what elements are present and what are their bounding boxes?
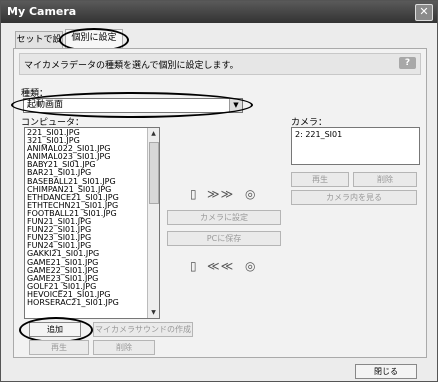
tab-set[interactable]: セットで設定: [15, 31, 63, 62]
save-pc-button[interactable]: PCに保存: [167, 231, 281, 246]
arrow-right-icon: ≫≫: [207, 187, 235, 201]
window-title: My Camera: [7, 5, 77, 18]
scroll-up-icon[interactable]: ▲: [148, 128, 159, 139]
scroll-down-icon[interactable]: ▼: [148, 307, 159, 318]
camera-icon: ◎: [245, 187, 257, 201]
list-item[interactable]: 2: 221_SI01: [292, 128, 419, 141]
list-item[interactable]: HORSERAC21_SI01.JPG: [27, 298, 159, 307]
title-bar: My Camera ✕: [1, 1, 437, 23]
phone-icon: ▯: [190, 259, 198, 273]
computer-file-list[interactable]: 221_SI01.JPG 321_SI01.JPG ANIMAL022_SI01.J…: [24, 127, 160, 319]
close-button[interactable]: 閉じる: [355, 364, 417, 379]
panel-description: マイカメラデータの種類を選んで個別に設定します。: [24, 61, 239, 71]
description-bar: マイカメラデータの種類を選んで個別に設定します。 ?: [19, 53, 421, 75]
scroll-thumb[interactable]: [149, 142, 159, 204]
my-camera-window: My Camera ✕ セットで設定 個別に設定 マイカメラデータの種類を選んで…: [0, 0, 438, 382]
phone-icon: ▯: [190, 187, 198, 201]
set-camera-button[interactable]: カメラに設定: [167, 210, 281, 225]
play-right-button[interactable]: 再生: [291, 172, 349, 187]
delete-left-button[interactable]: 削除: [93, 340, 155, 355]
delete-right-button[interactable]: 削除: [353, 172, 417, 187]
arrow-left-icon: ≪≪: [207, 259, 235, 273]
mycamera-sound-button[interactable]: マイカメラサウンドの作成: [93, 322, 193, 337]
camera-file-list[interactable]: 2: 221_SI01: [291, 127, 420, 165]
help-button[interactable]: ?: [399, 57, 416, 69]
close-icon[interactable]: ✕: [415, 4, 433, 21]
scrollbar[interactable]: ▲ ▼: [147, 128, 159, 318]
view-camera-button[interactable]: カメラ内を見る: [291, 190, 417, 205]
play-left-button[interactable]: 再生: [29, 340, 89, 355]
camera-icon: ◎: [245, 259, 257, 273]
